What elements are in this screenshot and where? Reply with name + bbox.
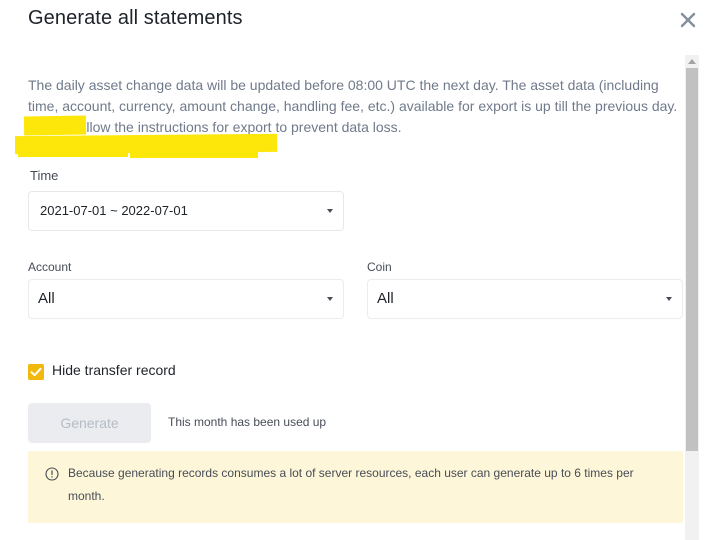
account-select[interactable]: All [28,279,344,319]
chevron-down-icon [327,297,333,301]
scroll-up-arrow[interactable] [688,59,696,64]
time-select[interactable]: 2021-07-01 ~ 2022-07-01 [28,191,344,231]
highlight-mark [18,148,128,157]
hide-transfer-checkbox[interactable] [28,364,44,380]
scroll-thumb[interactable] [686,68,698,451]
warning-text: Because generating records consumes a lo… [68,466,634,503]
coin-label: Coin [367,260,392,274]
account-label: Account [28,260,72,274]
highlight-mark [130,149,258,158]
chevron-down-icon [327,209,333,213]
generate-button[interactable]: Generate [28,403,151,443]
info-text: The daily asset change data will be upda… [28,77,678,135]
coin-value: All [377,290,394,307]
info-circle-icon [45,467,59,481]
dialog-content: The daily asset change data will be upda… [0,55,685,540]
highlight-mark [23,115,87,136]
checkmark-icon [30,367,42,377]
hide-transfer-label[interactable]: Hide transfer record [52,362,176,378]
close-icon[interactable] [676,8,700,32]
generate-note: This month has been used up [168,415,327,429]
coin-select[interactable]: All [367,279,683,319]
time-value: 2021-07-01 ~ 2022-07-01 [40,203,188,218]
account-value: All [38,290,55,307]
chevron-down-icon [666,297,672,301]
generate-statements-dialog: Generate all statements The daily asset … [0,0,713,540]
scrollbar[interactable] [685,55,699,540]
dialog-title: Generate all statements [28,7,243,29]
warning-banner: Because generating records consumes a lo… [28,451,683,523]
time-label: Time [30,168,59,183]
